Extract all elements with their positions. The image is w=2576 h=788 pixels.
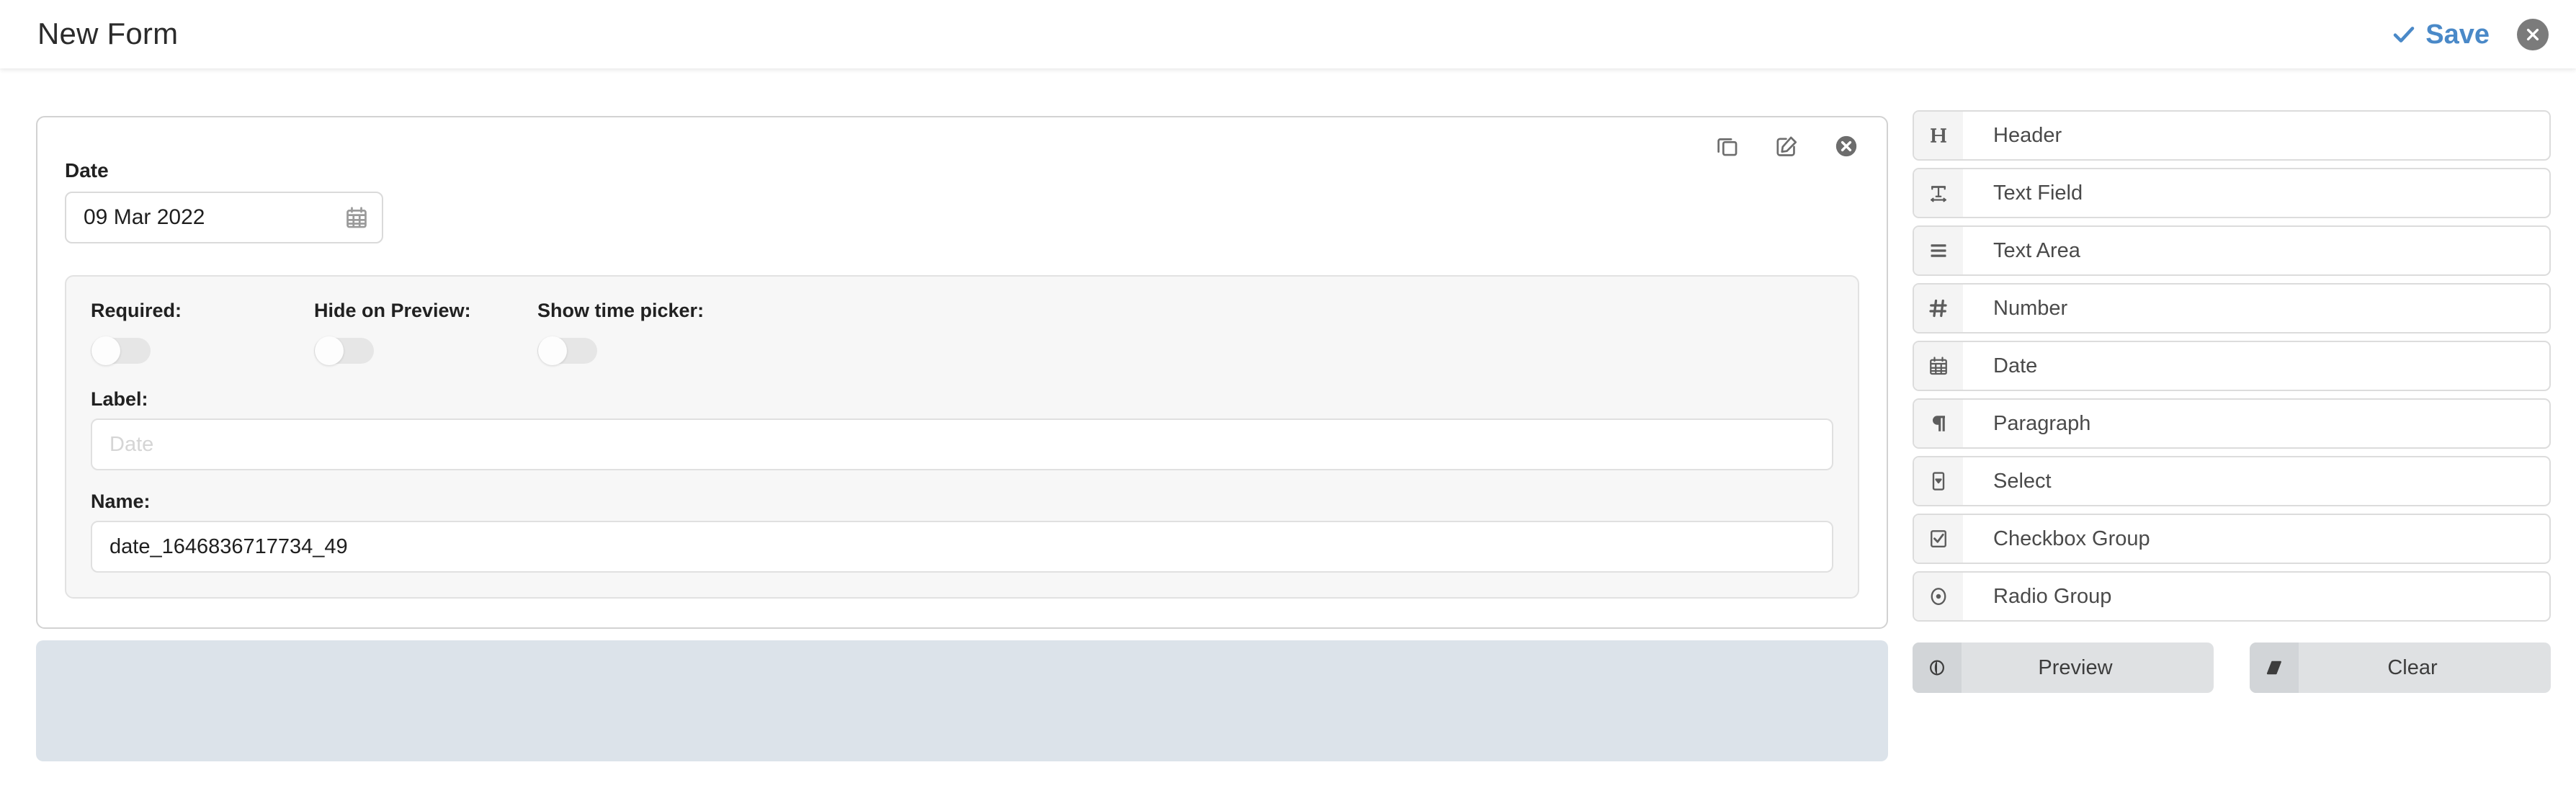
edit-field-button[interactable]: [1774, 134, 1799, 158]
name-setting-label: Name:: [91, 491, 151, 512]
date-input-wrapper: [65, 192, 383, 243]
palette-item-label: Radio Group: [1993, 585, 2112, 608]
preview-button[interactable]: Preview: [1913, 643, 2214, 693]
palette-item-text-area[interactable]: Text Area: [1913, 225, 2551, 276]
close-circle-icon: [1835, 135, 1857, 157]
hide-on-preview-toggle-group: Hide on Preview:: [314, 300, 537, 365]
save-button[interactable]: Save: [2389, 16, 2492, 53]
palette-item-label: Date: [1993, 354, 2038, 377]
palette-item-number[interactable]: Number: [1913, 283, 2551, 333]
palette-item-label: Header: [1993, 124, 2062, 147]
calendar-icon: [1914, 342, 1963, 390]
palette-item-checkbox-group[interactable]: Checkbox Group: [1913, 514, 2551, 564]
checkbox-checked-icon: [1914, 515, 1963, 563]
show-time-picker-toggle-group: Show time picker:: [537, 300, 761, 365]
name-input[interactable]: [91, 521, 1833, 573]
calendar-icon[interactable]: [344, 205, 369, 230]
text-area-lines-icon: [1914, 227, 1963, 274]
required-toggle-group: Required:: [91, 300, 314, 365]
close-form-button[interactable]: [2517, 18, 2549, 50]
check-icon: [2393, 26, 2415, 42]
toggle-knob: [315, 336, 344, 365]
workspace: Date 09 Mar 2022 Required: Hide on Previ…: [0, 68, 2576, 788]
eye-icon: [1913, 643, 1962, 693]
duplicate-field-button[interactable]: [1715, 134, 1740, 158]
page-title: New Form: [37, 17, 179, 50]
palette-item-header[interactable]: Header: [1913, 110, 2551, 161]
show-time-picker-toggle-label: Show time picker:: [537, 300, 705, 321]
copy-icon: [1717, 138, 1738, 156]
palette-item-label: Number: [1993, 297, 2068, 320]
label-input[interactable]: [91, 418, 1833, 470]
palette-item-paragraph[interactable]: Paragraph: [1913, 398, 2551, 449]
palette-item-date[interactable]: Date: [1913, 341, 2551, 391]
toggle-knob: [538, 336, 567, 365]
select-dropdown-icon: [1914, 457, 1963, 505]
close-icon: [2526, 28, 2539, 40]
required-toggle[interactable]: [91, 336, 151, 365]
palette-item-label: Paragraph: [1993, 412, 2091, 435]
clear-button[interactable]: Clear: [2250, 643, 2551, 693]
preview-button-label: Preview: [2038, 656, 2113, 679]
name-setting-block: Name:: [91, 491, 1833, 573]
label-setting-block: Label:: [91, 388, 1833, 470]
palette-item-text-field[interactable]: Text Field: [1913, 168, 2551, 218]
save-button-label: Save: [2425, 19, 2490, 50]
label-setting-label: Label:: [91, 388, 148, 410]
number-hash-icon: [1914, 285, 1963, 332]
field-settings-panel: Required: Hide on Preview: Show time pic…: [65, 275, 1859, 599]
radio-dot-icon: [1914, 573, 1963, 620]
palette-item-select[interactable]: Select: [1913, 456, 2551, 506]
paragraph-pilcrow-icon: [1914, 400, 1963, 447]
palette-item-label: Select: [1993, 470, 2052, 493]
top-bar: New Form Save: [0, 0, 2576, 68]
top-bar-actions: Save: [2389, 0, 2549, 68]
palette-item-label: Checkbox Group: [1993, 527, 2150, 550]
form-drop-zone[interactable]: [36, 640, 1888, 761]
component-palette: Header Text Field Text Area Number Date …: [1913, 110, 2551, 693]
settings-toggle-row: Required: Hide on Preview: Show time pic…: [91, 300, 1833, 365]
required-toggle-label: Required:: [91, 300, 182, 321]
edit-pencil-icon: [1776, 136, 1797, 156]
hide-on-preview-toggle-label: Hide on Preview:: [314, 300, 471, 321]
date-field-label: Date: [65, 159, 109, 182]
heading-h-icon: [1914, 112, 1963, 159]
field-preview: Date: [65, 136, 1859, 243]
show-time-picker-toggle[interactable]: [537, 336, 597, 365]
form-field-card[interactable]: Date 09 Mar 2022 Required: Hide on Previ…: [36, 116, 1888, 629]
palette-action-buttons: Preview Clear: [1913, 643, 2551, 693]
palette-item-label: Text Area: [1993, 239, 2080, 262]
eraser-icon: [2250, 643, 2299, 693]
field-card-toolbar: [1715, 133, 1859, 159]
form-canvas: Date 09 Mar 2022 Required: Hide on Previ…: [36, 116, 1888, 761]
date-input[interactable]: [65, 192, 383, 243]
remove-field-button[interactable]: [1833, 133, 1859, 159]
toggle-knob: [91, 336, 120, 365]
text-field-icon: [1914, 169, 1963, 217]
palette-item-label: Text Field: [1993, 182, 2083, 205]
clear-button-label: Clear: [2387, 656, 2438, 679]
palette-item-radio-group[interactable]: Radio Group: [1913, 571, 2551, 622]
hide-on-preview-toggle[interactable]: [314, 336, 374, 365]
